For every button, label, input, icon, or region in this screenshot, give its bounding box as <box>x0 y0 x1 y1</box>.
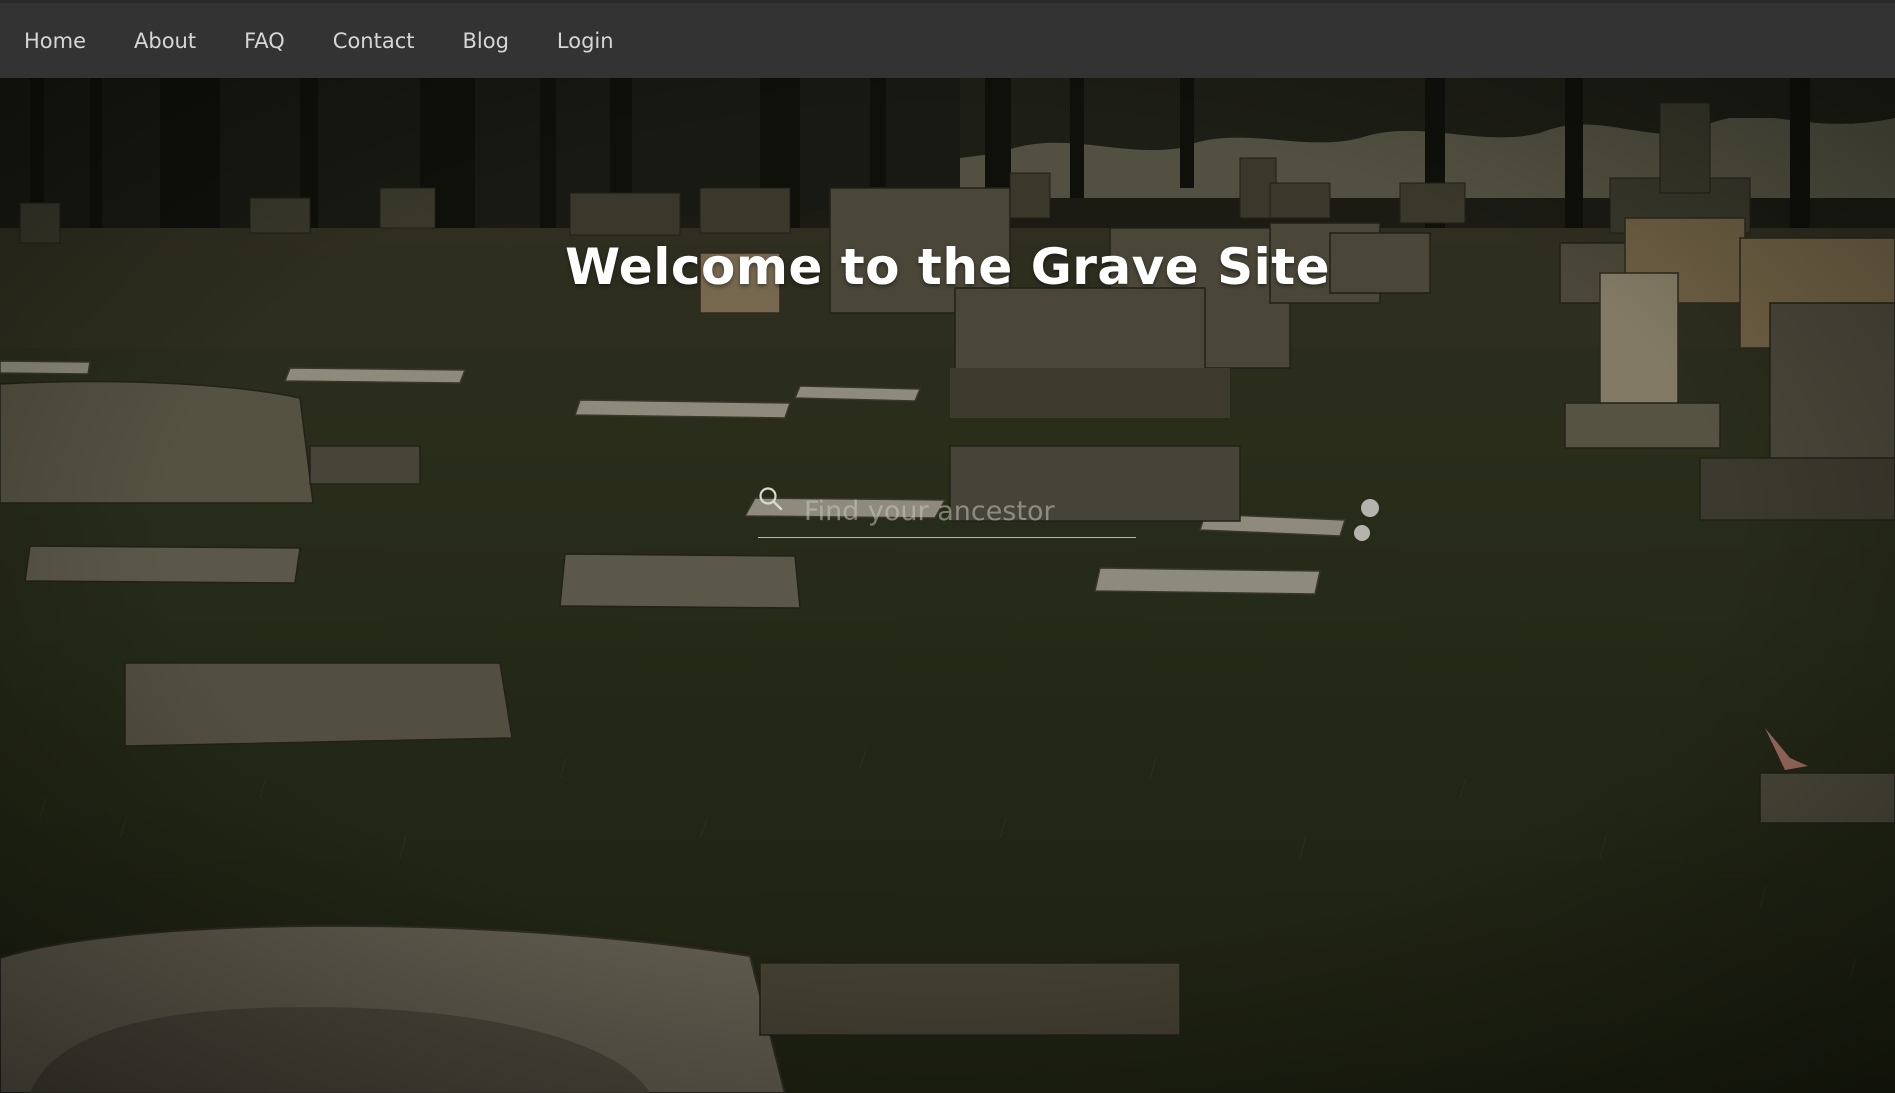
top-navbar: Home About FAQ Contact Blog Login <box>0 0 1895 78</box>
ancestor-search <box>758 486 1136 538</box>
nav-faq-link[interactable]: FAQ <box>244 29 285 53</box>
hero-title: Welcome to the Grave Site <box>564 238 1331 296</box>
hero-section: Welcome to the Grave Site <box>0 78 1895 1093</box>
nav-about-link[interactable]: About <box>134 29 196 53</box>
search-icon[interactable] <box>758 486 784 512</box>
nav-contact-link[interactable]: Contact <box>333 29 415 53</box>
ancestor-search-input[interactable] <box>804 490 1134 532</box>
nav-login-link[interactable]: Login <box>557 29 614 53</box>
nav-blog-link[interactable]: Blog <box>463 29 509 53</box>
cemetery-background-image <box>0 78 1895 1093</box>
nav-home-link[interactable]: Home <box>24 29 86 53</box>
page: Home About FAQ Contact Blog Login Welcom… <box>0 0 1895 1093</box>
